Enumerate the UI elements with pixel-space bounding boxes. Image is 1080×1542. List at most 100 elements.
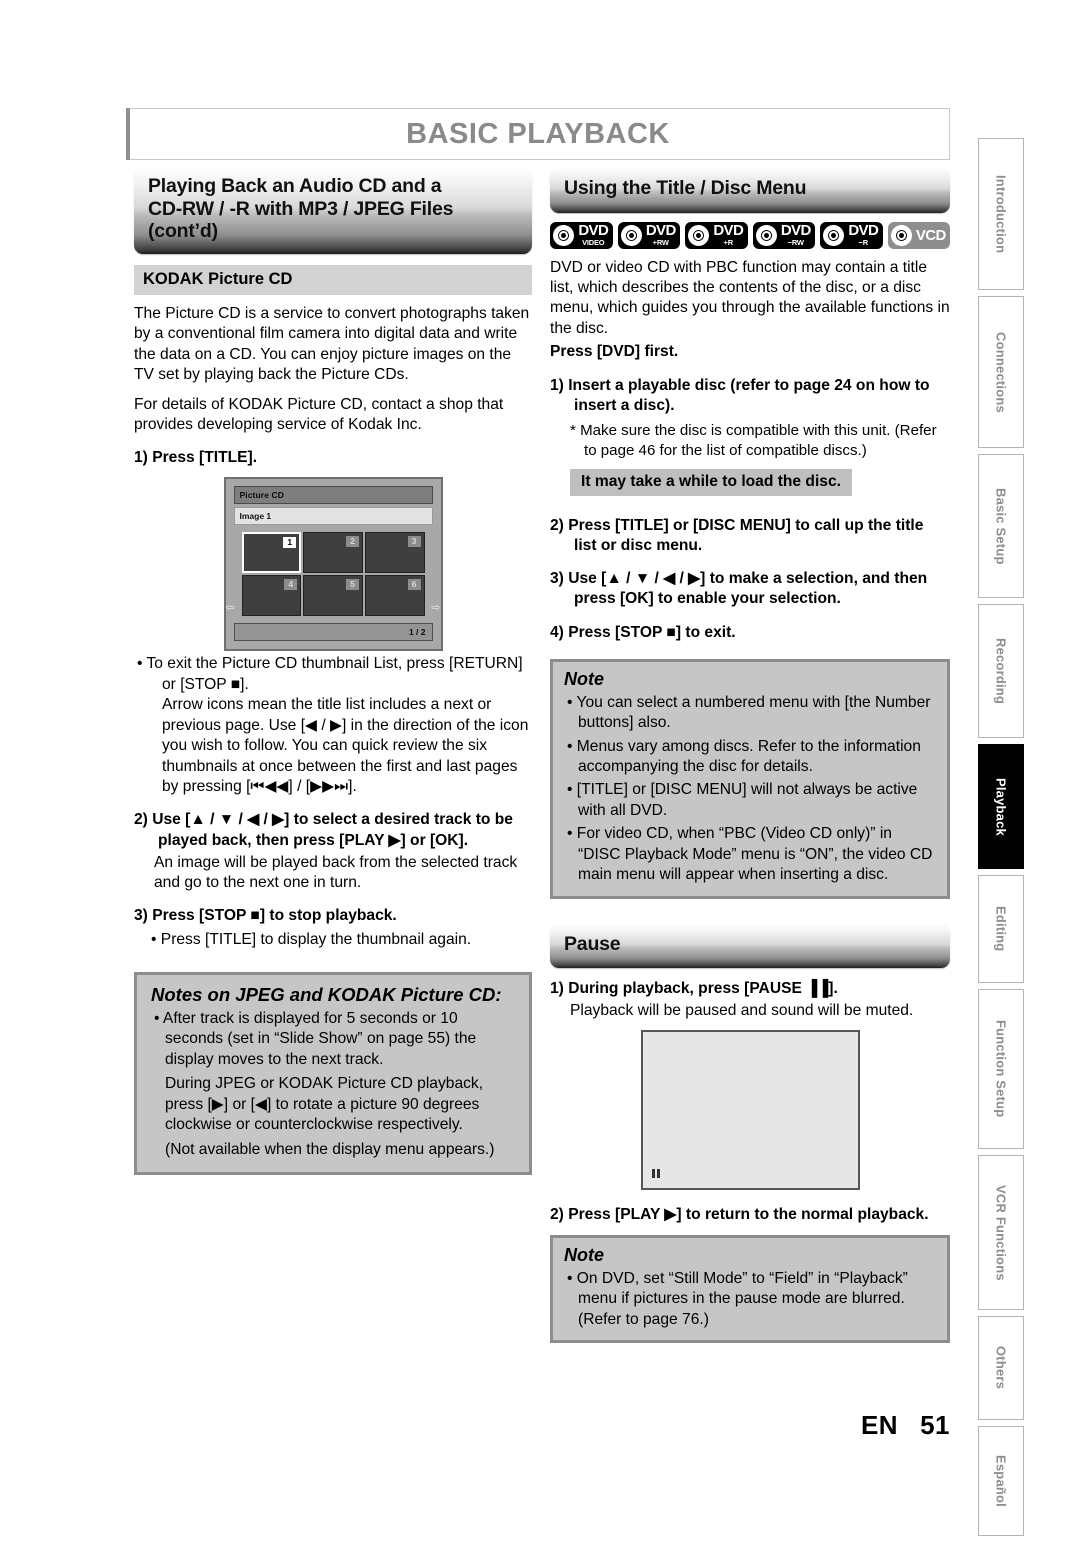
badge-main-label: DVD [848, 222, 879, 240]
diagram-page-indicator: 1 / 2 [233, 623, 433, 642]
thumbnail-item[interactable]: 4 [241, 575, 302, 617]
press-dvd-first: Press [DVD] first. [550, 343, 679, 361]
tab-playback[interactable]: Playback [978, 744, 1024, 869]
load-disc-highlight: It may take a while to load the disc. [570, 469, 852, 497]
tab-label: Editing [993, 906, 1009, 952]
badge-main-label: DVD [780, 222, 811, 240]
note-title: Note [564, 668, 604, 689]
thumbnail-item[interactable]: 3 [364, 532, 425, 574]
tab-function-setup[interactable]: Function Setup [978, 989, 1024, 1149]
note-bullet-1: • You can select a numbered menu with [t… [567, 693, 931, 732]
thumbnail-item[interactable]: 1 [241, 532, 302, 574]
badge-sub-label: +RW [652, 238, 669, 248]
note-bullet-2: • Menus vary among discs. Refer to the i… [567, 737, 921, 775]
thumbnail-item[interactable]: 5 [303, 575, 363, 617]
notes-box-title: Notes on JPEG and KODAK Picture CD: [151, 984, 502, 1006]
step-3-bullet: • Press [TITLE] to display the thumbnail… [151, 930, 472, 948]
tab-connections[interactable]: Connections [978, 296, 1024, 448]
thumbnail-number: 1 [283, 537, 297, 549]
tab-label: Español [993, 1455, 1009, 1507]
pause-icon [651, 1168, 660, 1178]
left-column: Playing Back an Audio CD and a CD-RW / -… [134, 168, 532, 1175]
tab-label: Connections [993, 331, 1009, 413]
step-2-select-track: 2) Use [▲ / ▼ / ◀ / ▶] to select a desir… [134, 811, 513, 849]
manual-page: BASIC PLAYBACK Playing Back an Audio CD … [0, 0, 1080, 1536]
right-column: Using the Title / Disc Menu DVD VIDEO DV… [549, 168, 950, 1344]
disc-badge-dvd-minus-r: DVD −R [819, 221, 883, 249]
diagram-thumbnail-grid: 1 2 3 4 5 6 ⇦ ⇨ [226, 532, 441, 617]
disc-badge-dvd-minus-rw: DVD −RW [752, 221, 815, 249]
bullet-arrow-icons-explanation: Arrow icons mean the title list includes… [162, 696, 529, 795]
header-left-rule [126, 108, 130, 160]
thumbnail-number: 4 [284, 579, 298, 591]
tab-editing[interactable]: Editing [978, 875, 1024, 983]
notes-jpeg-kodak-box: Notes on JPEG and KODAK Picture CD: • Af… [134, 972, 532, 1175]
tab-introduction[interactable]: Introduction [978, 138, 1024, 290]
badge-main-label: VCD [915, 226, 946, 244]
tab-espanol[interactable]: Español [978, 1426, 1024, 1536]
disc-menu-note-box: Note • You can select a numbered menu wi… [550, 658, 950, 899]
disc-icon [887, 221, 915, 249]
thumbnail-number: 5 [346, 579, 359, 591]
tab-label: Introduction [993, 174, 1009, 254]
disc-step-2: 2) Press [TITLE] or [DISC MENU] to call … [550, 517, 924, 555]
tab-others[interactable]: Others [978, 1316, 1024, 1420]
tab-recording[interactable]: Recording [978, 604, 1024, 738]
tab-label: Basic Setup [993, 487, 1009, 565]
diagram-title-bar: Picture CD [233, 486, 433, 505]
disc-menu-paragraph: DVD or video CD with PBC function may co… [550, 258, 950, 337]
kodak-paragraph-1: The Picture CD is a service to convert p… [134, 304, 530, 384]
section-title-pause: Pause [564, 932, 621, 955]
pause-step-2: 2) Press [PLAY ▶] to return to the norma… [550, 1205, 929, 1223]
thumbnail-item[interactable]: 6 [364, 575, 425, 617]
bullet-exit-thumbnail-line1: • To exit the Picture CD thumbnail List,… [137, 655, 523, 673]
note-bullet-3: • [TITLE] or [DISC MENU] will not always… [567, 781, 918, 819]
tab-label: Function Setup [993, 1020, 1009, 1118]
tab-basic-setup[interactable]: Basic Setup [978, 454, 1024, 598]
bullet-exit-thumbnail-line2: or [STOP ■]. [162, 675, 249, 693]
thumbnail-number: 2 [346, 536, 359, 548]
chapter-tab-strip: Introduction Connections Basic Setup Rec… [978, 138, 1024, 1542]
notes-paragraph-2: During JPEG or KODAK Picture CD playback… [165, 1075, 484, 1134]
arrow-right-icon: ⇨ [431, 602, 441, 615]
subsection-kodak-picture-cd: KODAK Picture CD [134, 264, 532, 295]
disc-step-1: 1) Insert a playable disc (refer to page… [550, 376, 930, 414]
pause-note-title: Note [564, 1244, 604, 1265]
badge-sub-label: −R [858, 238, 869, 248]
disc-step-4: 4) Press [STOP ■] to exit. [550, 623, 736, 641]
kodak-paragraph-2: For details of KODAK Picture CD, contact… [134, 395, 504, 433]
section-header-title-disc-menu: Using the Title / Disc Menu [550, 168, 950, 213]
badge-sub-label: VIDEO [582, 238, 605, 248]
badge-main-label: DVD [578, 222, 609, 240]
picture-cd-thumbnail-diagram: Picture CD Image 1 1 2 3 4 5 6 ⇦ ⇨ 1 / 2 [223, 477, 443, 652]
disc-step-3: 3) Use [▲ / ▼ / ◀ / ▶] to make a selecti… [550, 570, 928, 608]
pause-note-box: Note • On DVD, set “Still Mode” to “Fiel… [550, 1234, 950, 1344]
section-title-line2: CD-RW / -R with MP3 / JPEG Files (cont’d… [148, 197, 454, 243]
section-title-line1: Playing Back an Audio CD and a [148, 175, 442, 197]
badge-main-label: DVD [645, 222, 676, 240]
step-2-body: An image will be played back from the se… [154, 853, 518, 892]
disc-badge-vcd: VCD [887, 221, 950, 249]
note-bullet-4: • For video CD, when “PBC (Video CD only… [567, 825, 933, 884]
badge-sub-label: −RW [787, 238, 804, 248]
page-footer: EN 51 [861, 1410, 950, 1441]
page-header: BASIC PLAYBACK [126, 108, 950, 160]
pause-step-1: 1) During playback, press [PAUSE ▐▐]. [550, 980, 838, 998]
notes-bullet-1: • After track is displayed for 5 seconds… [154, 1010, 477, 1068]
thumbnail-item[interactable]: 2 [303, 532, 363, 574]
footer-language: EN [860, 1410, 899, 1440]
section-header-audio-cd: Playing Back an Audio CD and a CD-RW / -… [134, 168, 532, 254]
tab-vcr-functions[interactable]: VCR Functions [978, 1155, 1024, 1310]
disc-compatibility-badges: DVD VIDEO DVD +RW DVD +R DVD −RW DVD −R … [549, 221, 950, 249]
tab-label: VCR Functions [993, 1184, 1009, 1281]
thumbnail-number: 3 [407, 536, 421, 548]
pause-note-bullet-1: • On DVD, set “Still Mode” to “Field” in… [567, 1269, 908, 1328]
pause-screen-illustration [640, 1029, 860, 1190]
section-title-disc-menu: Using the Title / Disc Menu [564, 177, 807, 199]
disc-badge-dvd-video: DVD VIDEO [549, 221, 613, 249]
disc-badge-dvd-plus-r: DVD +R [684, 221, 748, 249]
disc-step-1-footnote: * Make sure the disc is compatible with … [570, 421, 937, 459]
tab-label: Playback [993, 777, 1009, 836]
step-1-press-title: 1) Press [TITLE]. [134, 449, 258, 467]
step-3-stop-playback: 3) Press [STOP ■] to stop playback. [134, 907, 397, 925]
